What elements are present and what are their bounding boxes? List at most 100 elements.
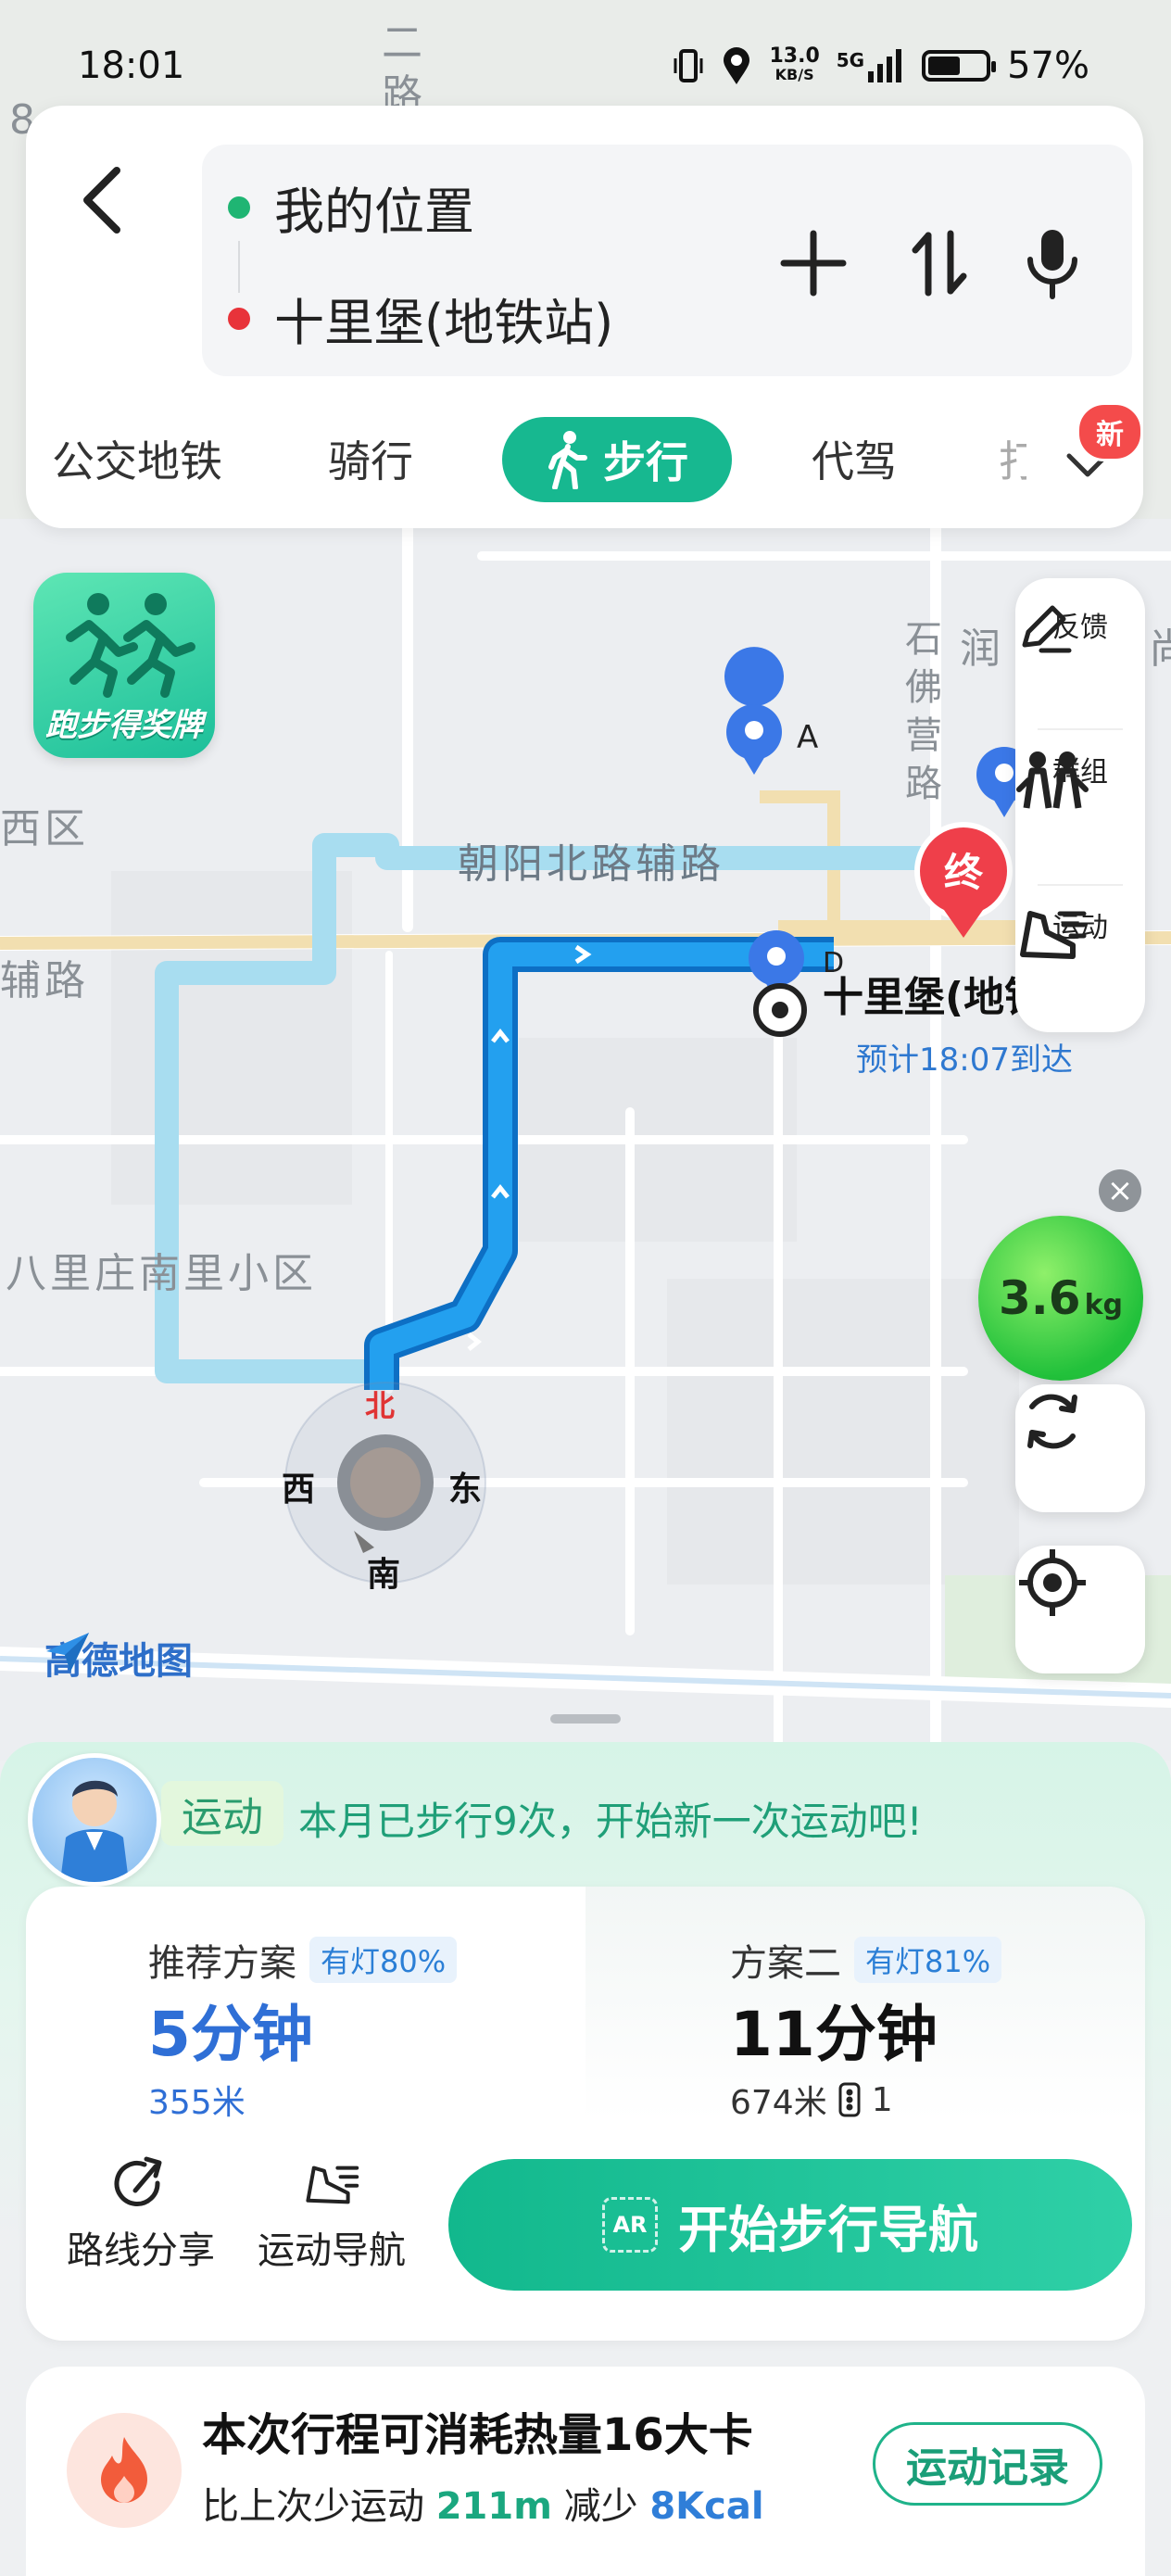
area-label: 尚: [1149, 615, 1171, 675]
add-waypoint-button[interactable]: [776, 226, 850, 300]
sheet-handle[interactable]: [550, 1714, 621, 1724]
sport-record-button[interactable]: 运动记录: [873, 2422, 1102, 2506]
plan2-distance-row: 674米 1: [730, 2076, 893, 2124]
road-label: 朝阳北路辅路: [458, 840, 724, 888]
start-walk-navigation-button[interactable]: AR 开始步行导航: [448, 2159, 1132, 2291]
calorie-subtitle: 比上次少运动 211m 减少 8Kcal: [202, 2476, 764, 2530]
tab-transit[interactable]: 公交地铁: [52, 428, 222, 489]
route-plans-card: 推荐方案 有灯80% 5分钟 355米 方案二 有灯81% 11分钟 674米 …: [26, 1887, 1145, 2341]
eta-label: 预计18:07到达: [856, 1042, 1073, 1079]
marker-a-label: A: [797, 719, 819, 756]
destination-label[interactable]: 十里堡(地铁: [823, 964, 1026, 1023]
location-icon: [724, 47, 750, 84]
refresh-icon: [1027, 1394, 1077, 1449]
travel-mode-tabs: 公交地铁 骑行 步行 代驾 打: [26, 410, 1143, 502]
run-medal-badge[interactable]: 跑步得奖牌: [33, 573, 215, 758]
road-label: 辅路: [0, 957, 89, 1004]
close-icon[interactable]: ×: [1099, 1169, 1141, 1212]
sport-nav-button[interactable]: 运动导航: [248, 2155, 415, 2274]
signal-bars-icon: [868, 49, 902, 82]
route-planner-card: 我的位置 十里堡(地铁站) 公交地铁 骑行 步行 代驾 打 新: [26, 106, 1143, 528]
signal-type: 5G: [836, 49, 865, 71]
compass-north: 北: [365, 1388, 396, 1423]
feedback-button[interactable]: 反馈: [1015, 604, 1145, 653]
area-label: 八里庄南里小区: [6, 1250, 317, 1297]
end-marker-label[interactable]: 终: [936, 841, 991, 898]
sport-button[interactable]: 运动: [1015, 904, 1145, 959]
plan2-header[interactable]: 方案二 有灯81%: [730, 1933, 1002, 1987]
avatar[interactable]: [28, 1753, 161, 1887]
start-point[interactable]: 我的位置: [228, 170, 474, 244]
calorie-sub-mid: 减少: [563, 2485, 638, 2528]
route-share-button[interactable]: 路线分享: [57, 2155, 224, 2274]
network-speed: 13.0 KB/S: [769, 44, 820, 84]
route-bottom-sheet: 运动 本月已步行9次，开始新一次运动吧! 推荐方案 有灯80% 5分钟 355米…: [0, 1714, 1171, 2576]
plan2-distance: 674米: [730, 2084, 827, 2122]
calorie-sub-prefix: 比上次少运动: [202, 2485, 424, 2528]
end-dot: [228, 307, 250, 330]
battery-icon: [922, 50, 997, 82]
sport-message[interactable]: 本月已步行9次，开始新一次运动吧!: [298, 1790, 923, 1847]
carbon-unit: kg: [1084, 1288, 1123, 1321]
sport-tag: 运动: [161, 1781, 283, 1846]
plan1-header[interactable]: 推荐方案 有灯80%: [148, 1933, 458, 1987]
traffic-light-icon: [838, 2082, 861, 2117]
locate-button[interactable]: [1015, 1546, 1145, 1673]
end-point[interactable]: 十里堡(地铁站): [228, 282, 613, 355]
voice-input-button[interactable]: [1015, 226, 1089, 300]
compass-south: 南: [367, 1556, 401, 1594]
carbon-value: 3.6: [998, 1271, 1081, 1325]
plan1-time[interactable]: 5分钟: [148, 1985, 313, 2074]
tab-walking[interactable]: 步行: [502, 417, 732, 502]
battery-percent: 57%: [1007, 44, 1089, 87]
new-badge: 新: [1077, 402, 1143, 461]
side-toolbar: 反馈 群组 运动: [1015, 578, 1145, 1032]
divider: [1038, 884, 1123, 886]
plan1-distance: 355米: [148, 2084, 246, 2122]
plus-icon: [780, 230, 847, 297]
signal-indicator: 5G: [837, 49, 905, 82]
sport-nav-label: 运动导航: [258, 2229, 406, 2272]
tab-driver[interactable]: 代驾: [812, 428, 897, 489]
network-speed-unit: KB/S: [774, 66, 814, 83]
plan2-light-tag: 有灯81%: [854, 1937, 1002, 1983]
plan2-time[interactable]: 11分钟: [730, 1985, 938, 2074]
mascot-icon: [60, 1780, 129, 1882]
flame-icon: [67, 2413, 182, 2528]
group-icon: [1016, 751, 1089, 809]
locate-icon: [1019, 1549, 1086, 1616]
tab-taxi[interactable]: 打: [999, 428, 1026, 489]
network-speed-value: 13.0: [769, 44, 820, 68]
refresh-route-button[interactable]: [1015, 1384, 1145, 1512]
swap-icon: [912, 230, 967, 297]
carbon-bubble[interactable]: 3.6 kg: [978, 1216, 1143, 1381]
microphone-icon: [1027, 230, 1077, 299]
vibrate-icon: [674, 49, 703, 82]
fire-icon: [101, 2437, 147, 2503]
shoe-icon: [1020, 911, 1087, 959]
compass-east: 东: [448, 1471, 483, 1509]
plan2-title: 方案二: [730, 1942, 841, 1985]
plan2-lights-count: 1: [871, 2080, 893, 2119]
tab-walking-label: 步行: [603, 437, 688, 487]
swap-button[interactable]: [902, 226, 976, 300]
group-button[interactable]: 群组: [1015, 749, 1145, 809]
share-icon: [114, 2156, 162, 2206]
route-share-label: 路线分享: [67, 2229, 215, 2272]
runners-icon: [66, 593, 195, 698]
status-icons: 13.0 KB/S 5G 57%: [673, 43, 1089, 89]
tab-cycling[interactable]: 骑行: [328, 428, 413, 489]
walking-icon: [548, 431, 587, 489]
amap-logo-icon: [46, 1633, 89, 1672]
plan1-light-tag: 有灯80%: [309, 1937, 458, 1983]
amap-logo: 高德地图: [44, 1631, 193, 1685]
status-time: 18:01: [78, 44, 185, 87]
compass-west: 西: [282, 1471, 316, 1509]
back-button[interactable]: [67, 156, 137, 245]
start-dot: [228, 196, 250, 219]
plan1-title: 推荐方案: [148, 1942, 296, 1985]
start-point-label: 我的位置: [274, 183, 474, 241]
battery-fill: [928, 57, 961, 75]
area-label: 石佛营路: [905, 618, 942, 805]
pencil-icon: [1022, 605, 1072, 653]
